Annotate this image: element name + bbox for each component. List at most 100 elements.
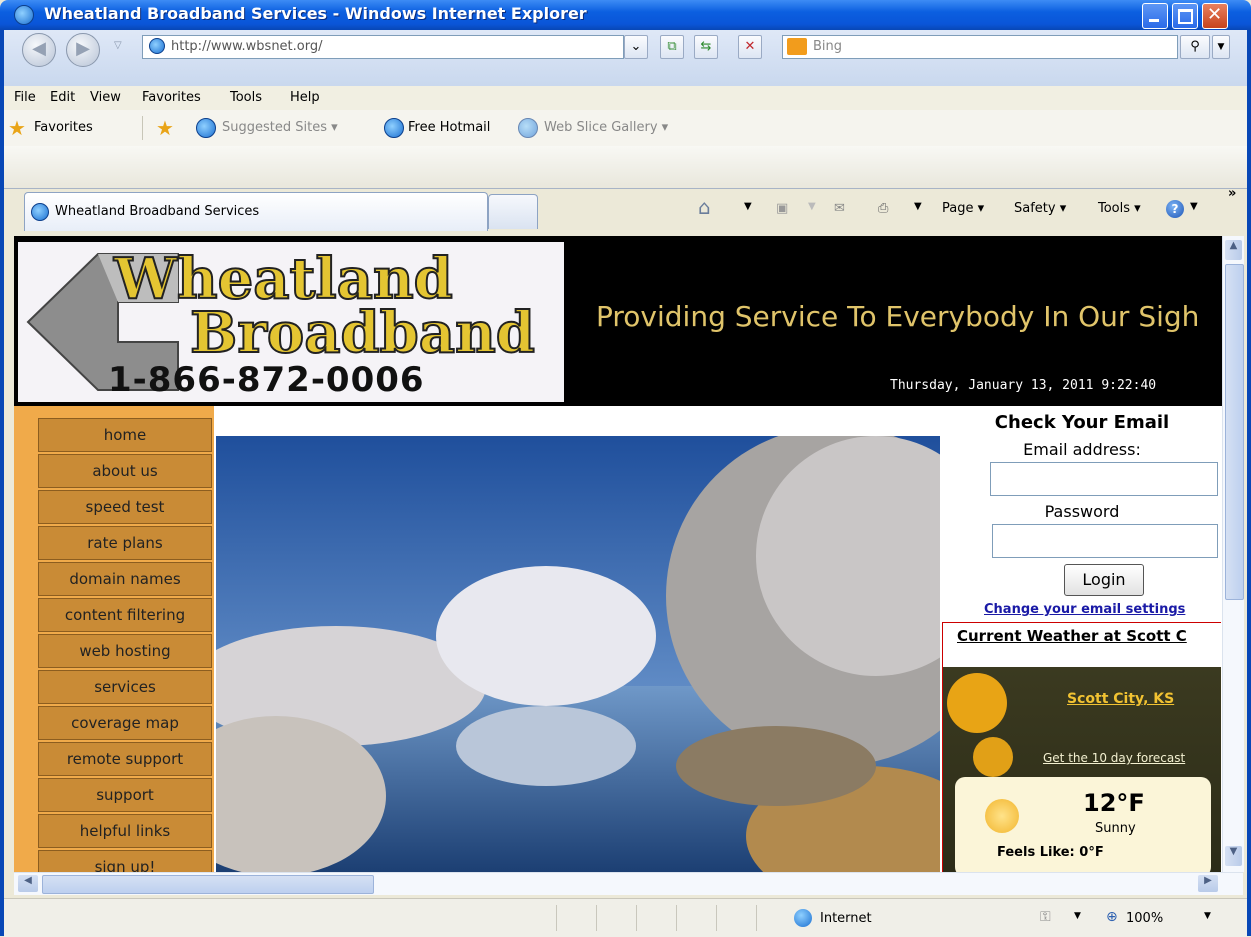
protected-mode-icon[interactable]: ⚿: [1040, 909, 1051, 925]
nav-rate-plans[interactable]: rate plans: [38, 526, 212, 560]
tab-current[interactable]: Wheatland Broadband Services: [24, 192, 488, 231]
help-dropdown-icon[interactable]: ▼: [1190, 201, 1198, 212]
maximize-button[interactable]: [1172, 3, 1198, 29]
scroll-down-icon[interactable]: ▼: [1225, 846, 1242, 866]
free-hotmail-link[interactable]: Free Hotmail: [408, 120, 490, 135]
menu-tools[interactable]: Tools: [230, 90, 262, 105]
change-email-settings-link[interactable]: Change your email settings: [984, 602, 1222, 617]
email-address-input[interactable]: [990, 462, 1218, 496]
menu-bar: File Edit View Favorites Tools Help: [4, 86, 1247, 111]
email-login-panel: Check Your Email Email address: Password…: [942, 406, 1222, 624]
close-button[interactable]: ✕: [1202, 3, 1228, 29]
suggested-sites-link[interactable]: Suggested Sites ▾: [222, 120, 338, 135]
zoom-icon[interactable]: ⊕: [1106, 909, 1118, 925]
site-logo[interactable]: Wheatland Broadband 1-866-872-0006: [18, 242, 564, 402]
menu-file[interactable]: File: [14, 90, 36, 105]
menu-favorites[interactable]: Favorites: [142, 90, 201, 105]
favorites-bar: ★ Favorites ★ Suggested Sites ▾ Free Hot…: [4, 110, 1247, 147]
new-tab-button[interactable]: [488, 194, 538, 229]
poppy-flower-icon: [947, 673, 1007, 733]
nav-about-us[interactable]: about us: [38, 454, 212, 488]
menu-help[interactable]: Help: [290, 90, 320, 105]
favorites-button[interactable]: Favorites: [34, 120, 93, 135]
home-dropdown-icon[interactable]: ▼: [744, 201, 752, 212]
scroll-up-icon[interactable]: ▲: [1225, 240, 1242, 260]
horizontal-scroll-thumb[interactable]: [42, 875, 374, 894]
nav-content-filtering[interactable]: content filtering: [38, 598, 212, 632]
web-page: Wheatland Broadband 1-866-872-0006 Provi…: [14, 236, 1222, 872]
print-icon[interactable]: ⎙: [878, 201, 888, 216]
stop-button[interactable]: ✕: [738, 35, 762, 59]
search-field[interactable]: Bing: [782, 35, 1178, 59]
weather-condition: Sunny: [1095, 821, 1136, 836]
internet-globe-icon: [794, 909, 812, 927]
hotmail-icon: [384, 118, 404, 138]
weather-heading[interactable]: Current Weather at Scott C: [957, 627, 1187, 645]
scroll-left-icon[interactable]: ◀: [18, 875, 38, 892]
login-button[interactable]: Login: [1064, 564, 1144, 596]
stop-icon: ✕: [744, 39, 756, 54]
nav-support[interactable]: support: [38, 778, 212, 812]
forecast-link[interactable]: Get the 10 day forecast: [1043, 751, 1185, 765]
winter-landscape-photo: [216, 436, 940, 872]
minimize-icon: [1149, 19, 1159, 22]
nav-home[interactable]: home: [38, 418, 212, 452]
favorites-star-icon: ★: [8, 116, 26, 140]
status-divider: [716, 905, 717, 931]
vertical-scrollbar[interactable]: ▲ ▼: [1222, 236, 1244, 872]
nav-services[interactable]: services: [38, 670, 212, 704]
address-dropdown-button[interactable]: ⌄: [624, 35, 648, 59]
password-input[interactable]: [992, 524, 1218, 558]
help-icon[interactable]: ?: [1166, 200, 1184, 218]
tab-title: Wheatland Broadband Services: [55, 204, 260, 219]
tools-menu[interactable]: Tools ▾: [1098, 201, 1141, 216]
logo-text-broadband: Broadband: [189, 299, 536, 367]
logo-phone: 1-866-872-0006: [108, 360, 425, 400]
feeds-icon[interactable]: ▣: [776, 201, 788, 216]
chevron-down-icon: ▼: [1217, 42, 1225, 52]
forward-button[interactable]: ▶: [66, 33, 100, 67]
minimize-button[interactable]: [1142, 3, 1168, 29]
read-mail-icon[interactable]: ✉: [834, 201, 845, 216]
nav-helpful-links[interactable]: helpful links: [38, 814, 212, 848]
home-icon[interactable]: ⌂: [698, 195, 711, 219]
horizontal-scrollbar[interactable]: ◀ ▶: [14, 872, 1243, 895]
scroll-right-icon[interactable]: ▶: [1198, 875, 1218, 892]
nav-sign-up[interactable]: sign up!: [38, 850, 212, 872]
nav-web-hosting[interactable]: web hosting: [38, 634, 212, 668]
nav-speed-test[interactable]: speed test: [38, 490, 212, 524]
weather-city-link[interactable]: Scott City, KS: [1067, 691, 1174, 707]
search-options-button[interactable]: ▼: [1212, 35, 1230, 59]
compatibility-view-button[interactable]: ⧉: [660, 35, 684, 59]
protected-mode-dropdown-icon[interactable]: ▼: [1074, 911, 1081, 921]
nav-domain-names[interactable]: domain names: [38, 562, 212, 596]
recent-pages-chevron-icon[interactable]: ▽: [114, 40, 122, 51]
more-commands-icon[interactable]: »: [1228, 186, 1236, 201]
vertical-scroll-thumb[interactable]: [1225, 264, 1244, 600]
feeds-dropdown-icon[interactable]: ▼: [808, 201, 816, 212]
chevron-down-icon: ⌄: [630, 39, 642, 54]
add-to-favorites-icon[interactable]: ★: [156, 116, 174, 140]
bing-logo-icon: [787, 38, 807, 55]
tab-row: [4, 146, 1247, 189]
back-arrow-icon: ◀: [32, 38, 46, 59]
site-nav: home about us speed test rate plans doma…: [14, 406, 214, 872]
print-dropdown-icon[interactable]: ▼: [914, 201, 922, 212]
nav-remote-support[interactable]: remote support: [38, 742, 212, 776]
refresh-icon: ⇆: [700, 39, 712, 54]
menu-edit[interactable]: Edit: [50, 90, 75, 105]
nav-coverage-map[interactable]: coverage map: [38, 706, 212, 740]
page-icon: [149, 38, 165, 54]
refresh-button[interactable]: ⇆: [694, 35, 718, 59]
safety-menu[interactable]: Safety ▾: [1014, 201, 1066, 216]
zoom-dropdown-icon[interactable]: ▼: [1204, 911, 1211, 921]
menu-view[interactable]: View: [90, 90, 121, 105]
search-button[interactable]: ⚲: [1180, 35, 1210, 59]
web-slice-gallery-link[interactable]: Web Slice Gallery ▾: [544, 120, 668, 135]
window-frame-right: [1247, 30, 1251, 936]
address-field[interactable]: http://www.wbsnet.org/: [142, 35, 624, 59]
zoom-level[interactable]: 100%: [1126, 911, 1163, 926]
page-menu[interactable]: Page ▾: [942, 201, 984, 216]
back-button[interactable]: ◀: [22, 33, 56, 67]
site-slogan: Providing Service To Everybody In Our Si…: [596, 300, 1200, 333]
